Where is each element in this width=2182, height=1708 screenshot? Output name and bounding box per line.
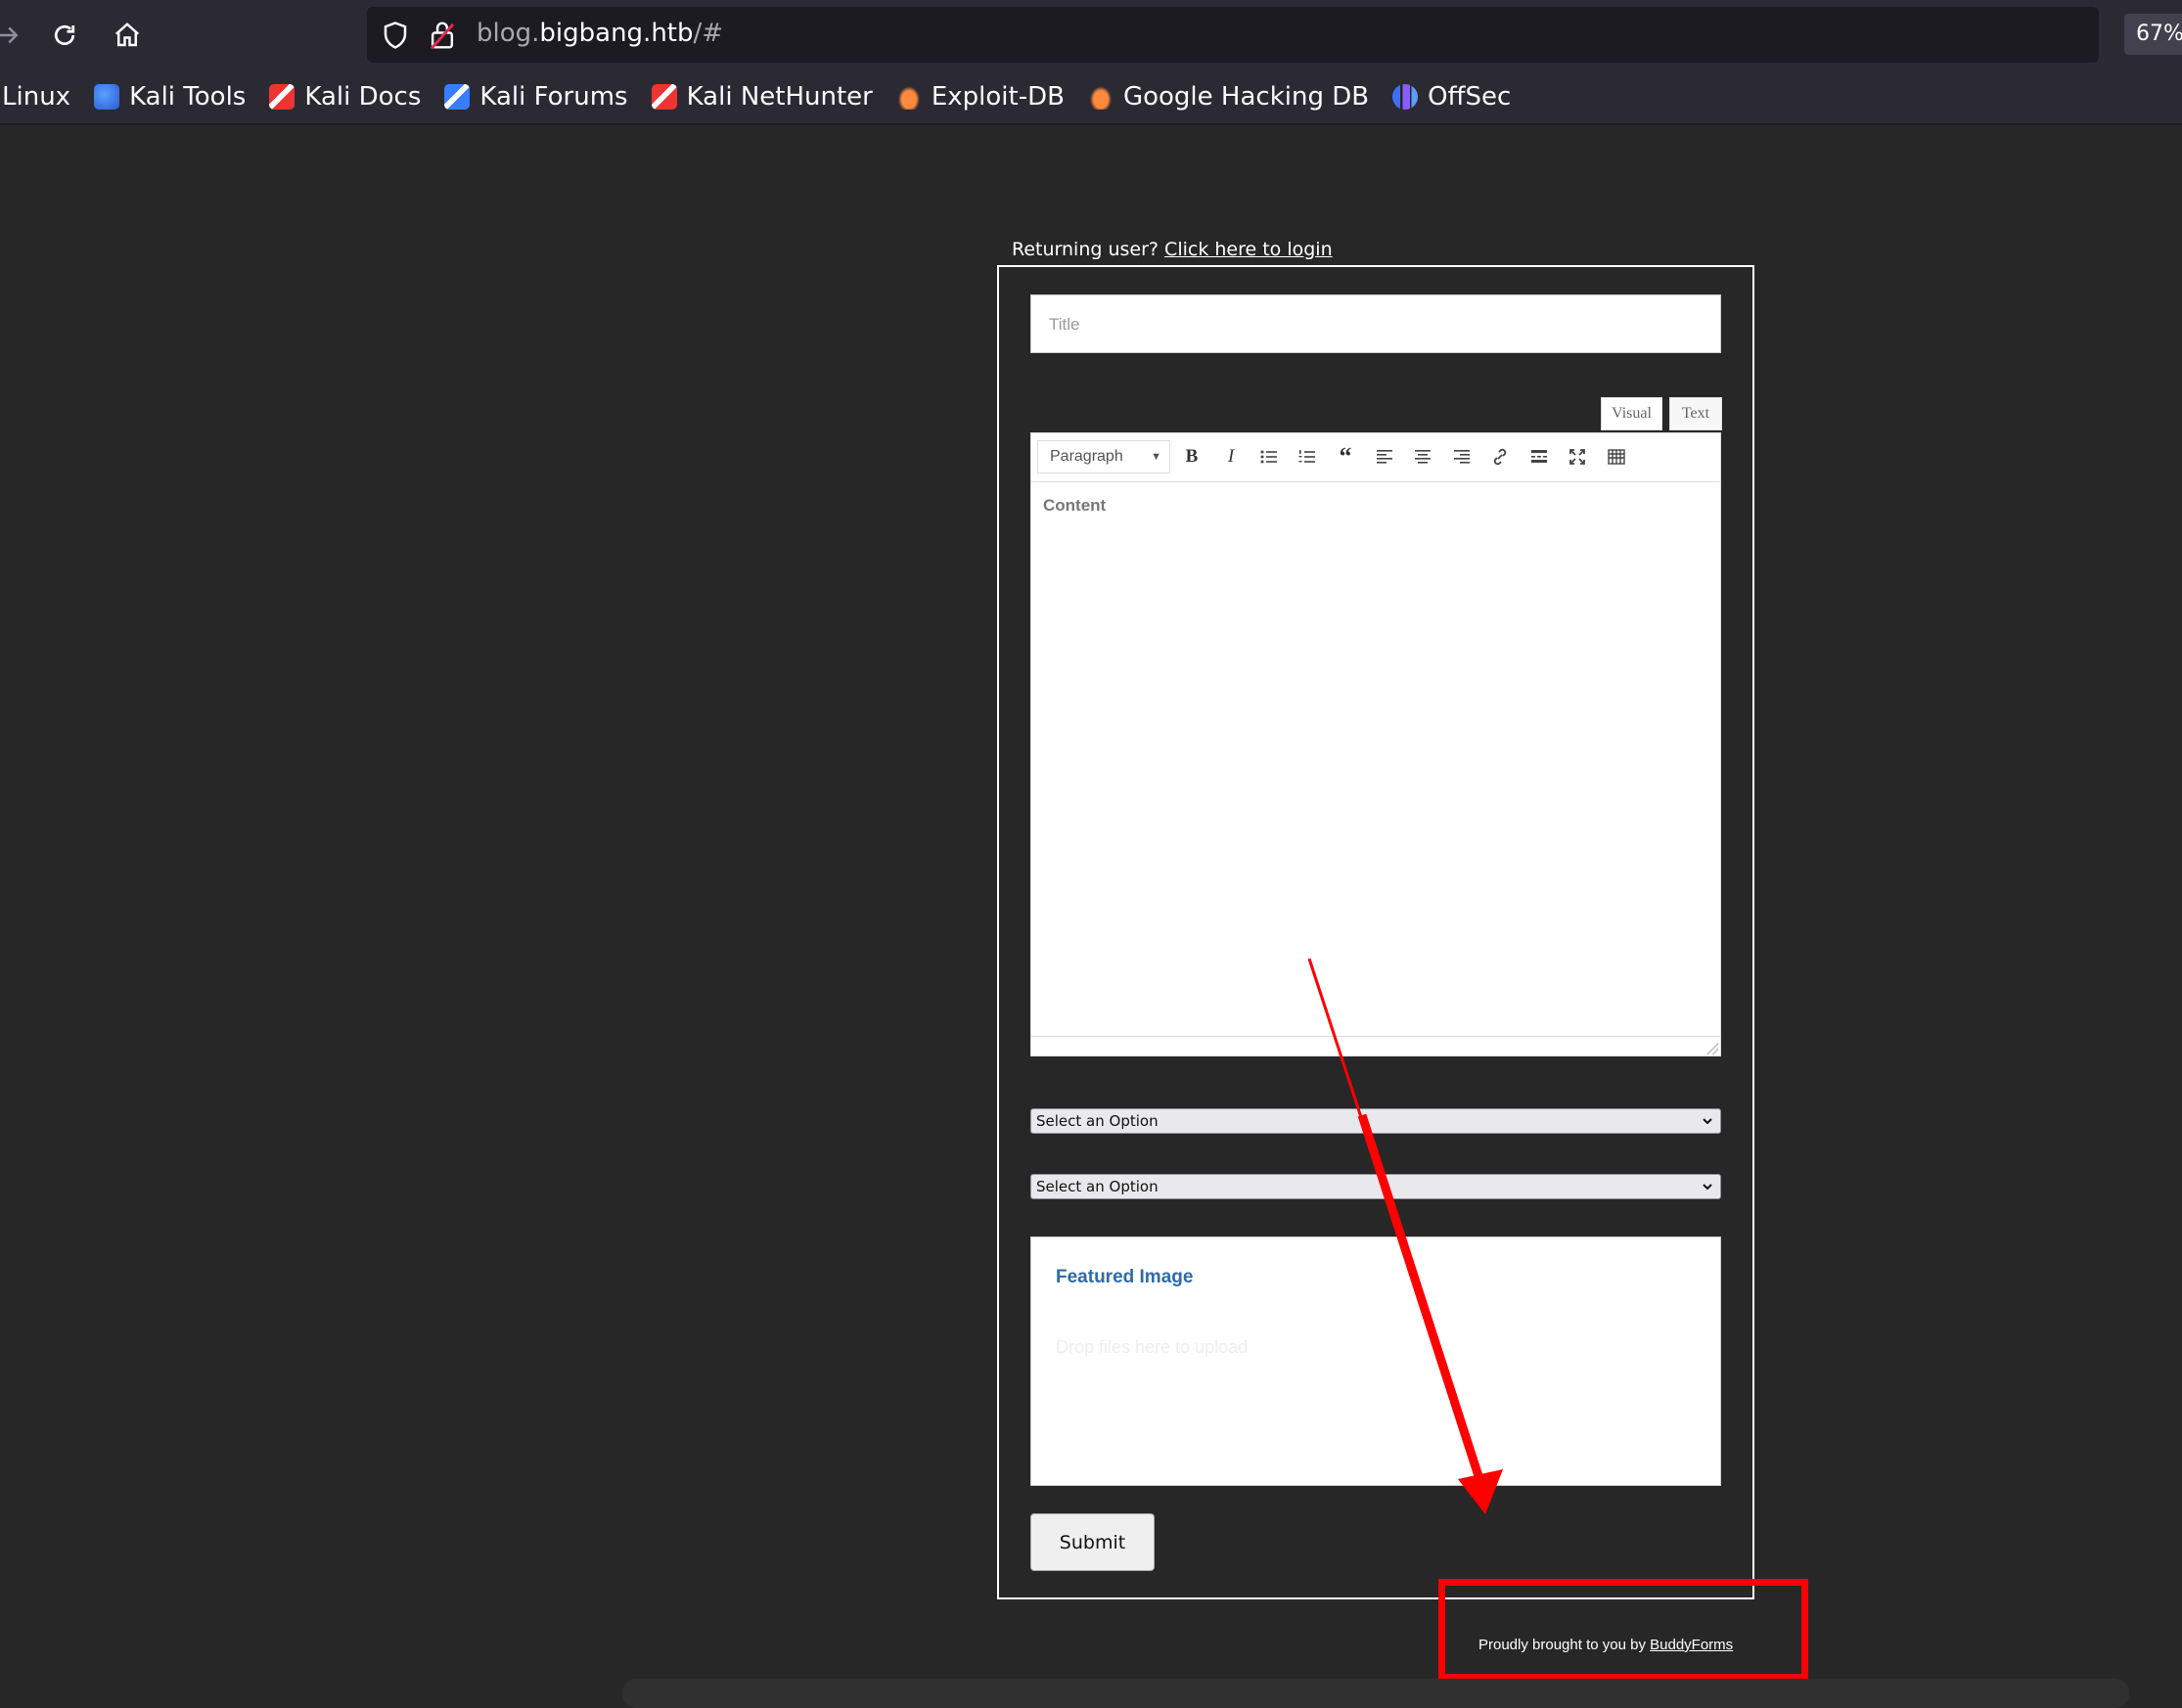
editor-status-bar (1031, 1036, 1720, 1056)
content-textarea[interactable]: Content (1031, 483, 1720, 1038)
align-right-icon[interactable] (1448, 443, 1476, 471)
reload-icon[interactable] (43, 14, 86, 57)
select-option-2-value: Select an Option (1036, 1178, 1159, 1195)
insert-link-icon[interactable] (1486, 443, 1514, 471)
kali-docs-icon (269, 83, 295, 110)
post-form: Title Visual Text Paragraph ▼ B I “ Cont… (997, 265, 1754, 1599)
bookmark-label: Kali Docs (304, 81, 422, 112)
toolbar-toggle-icon[interactable] (1603, 443, 1630, 471)
bookmark-label: Kali Tools (129, 81, 247, 112)
editor-toolbar: Paragraph ▼ B I “ (1031, 433, 1720, 482)
annotation-highlight-box (1438, 1579, 1808, 1681)
select-option-1-value: Select an Option (1036, 1112, 1159, 1130)
submit-button[interactable]: Submit (1030, 1513, 1155, 1571)
featured-image-hint: Drop files here to upload (1056, 1337, 1249, 1357)
chevron-down-icon (1703, 1184, 1712, 1191)
featured-image-title: Featured Image (1056, 1267, 1194, 1287)
tracking-protection-shield-icon[interactable] (381, 21, 410, 50)
kali-nethunter-icon (651, 83, 677, 110)
home-icon[interactable] (106, 14, 149, 57)
bookmark-label: Exploit-DB (931, 81, 1065, 112)
bookmark-offsec[interactable]: OffSec (1392, 82, 1511, 112)
bookmarks-toolbar: Linux Kali Tools Kali Docs Kali Forums K… (0, 69, 2182, 125)
bookmark-exploit-db[interactable]: Exploit-DB (895, 81, 1065, 112)
url-prefix: blog. (477, 19, 540, 48)
italic-icon[interactable]: I (1217, 443, 1245, 471)
bookmark-google-hacking-db[interactable]: Google Hacking DB (1087, 81, 1370, 112)
bookmark-kali-tools[interactable]: Kali Tools (94, 82, 246, 112)
tab-text[interactable]: Text (1669, 397, 1722, 430)
blockquote-icon[interactable]: “ (1332, 442, 1359, 471)
url-host: bigbang.htb (539, 19, 694, 48)
zoom-level-button[interactable]: 67% (2124, 14, 2182, 55)
bookmark-kali-docs[interactable]: Kali Docs (269, 82, 421, 112)
format-dropdown[interactable]: Paragraph ▼ (1037, 440, 1170, 473)
google-hacking-db-icon (1087, 83, 1114, 110)
login-link[interactable]: Click here to login (1164, 239, 1333, 260)
returning-user-text: Returning user? (1012, 239, 1159, 260)
bookmark-kali-nethunter[interactable]: Kali NetHunter (651, 81, 873, 112)
bookmark-label: Linux (2, 81, 71, 112)
bulleted-list-icon[interactable] (1255, 443, 1283, 471)
bookmark-kali-forums[interactable]: Kali Forums (444, 81, 628, 112)
url-suffix: /# (693, 19, 724, 48)
kali-tools-icon (94, 83, 120, 110)
numbered-list-icon[interactable] (1294, 443, 1321, 471)
select-option-1[interactable]: Select an Option (1030, 1108, 1721, 1134)
title-input[interactable]: Title (1030, 294, 1721, 353)
bookmark-linux[interactable]: Linux (2, 82, 70, 112)
resize-handle-icon[interactable] (1706, 1043, 1718, 1055)
bookmark-label: Google Hacking DB (1122, 81, 1370, 112)
exploit-db-icon (895, 83, 922, 110)
chevron-down-icon (1703, 1118, 1712, 1125)
featured-image-dropzone[interactable]: Featured Image Drop files here to upload (1030, 1236, 1721, 1486)
content-editor: Paragraph ▼ B I “ Content (1030, 432, 1721, 1056)
forward-icon[interactable] (0, 14, 29, 57)
fullscreen-icon[interactable] (1564, 443, 1591, 471)
bold-icon[interactable]: B (1178, 443, 1205, 471)
browser-toolbar: blog.bigbang.htb/# 67% (0, 0, 2182, 69)
read-more-icon[interactable] (1525, 443, 1553, 471)
select-option-2[interactable]: Select an Option (1030, 1174, 1721, 1199)
kali-forums-icon (444, 83, 471, 110)
tab-visual[interactable]: Visual (1601, 397, 1662, 430)
bookmark-label: Kali NetHunter (686, 81, 873, 112)
returning-user-prompt: Returning user? Click here to login (1012, 239, 1333, 260)
dropdown-caret-icon: ▼ (1151, 451, 1161, 463)
align-left-icon[interactable] (1371, 443, 1398, 471)
bottom-overlay-bar (622, 1679, 2129, 1708)
address-bar[interactable]: blog.bigbang.htb/# (367, 7, 2099, 63)
insecure-lock-icon[interactable] (428, 20, 457, 51)
offsec-icon (1392, 83, 1419, 110)
bookmark-label: OffSec (1428, 81, 1512, 112)
format-dropdown-value: Paragraph (1050, 448, 1123, 465)
bookmark-label: Kali Forums (479, 81, 628, 112)
align-center-icon[interactable] (1409, 443, 1436, 471)
url-text[interactable]: blog.bigbang.htb/# (477, 19, 723, 48)
